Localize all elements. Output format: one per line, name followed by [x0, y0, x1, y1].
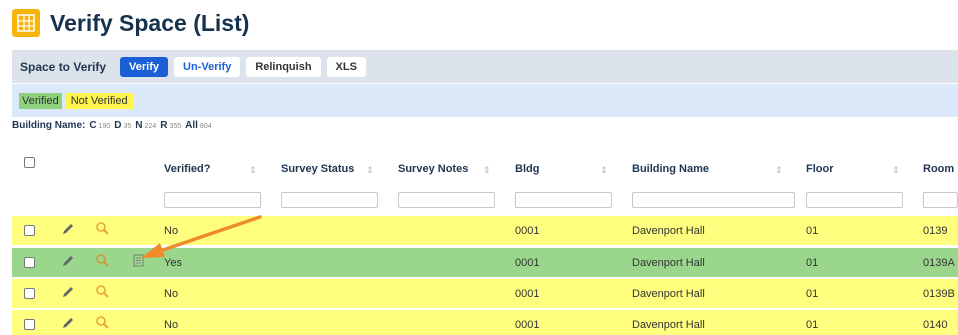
table-header: Verified? ⇕ Survey Status ⇕ Survey Notes…: [12, 145, 958, 208]
cell-bldg: 0001: [515, 225, 540, 237]
column-header-building-name[interactable]: Building Name: [632, 163, 709, 175]
cell-bldg: 0001: [515, 319, 540, 331]
magnifier-icon[interactable]: [95, 284, 110, 299]
filter-input-survey-notes[interactable]: [398, 192, 495, 208]
filter-input-floor[interactable]: [806, 192, 903, 208]
cell-room: 0139B: [923, 288, 955, 300]
cell-floor: 01: [806, 257, 819, 269]
building-filter-d[interactable]: D 35: [114, 120, 131, 131]
legend-not-verified: Not Verified: [65, 92, 133, 109]
cell-bldg: 0001: [515, 288, 540, 300]
verify-button[interactable]: Verify: [120, 56, 169, 77]
cell-bldg: 0001: [515, 257, 540, 269]
status-legend: Verified Not Verified: [12, 84, 958, 117]
document-icon[interactable]: [133, 254, 144, 267]
sort-icon[interactable]: ⇕: [892, 165, 900, 176]
table-row[interactable]: No 0001 Davenport Hall 01 0140: [12, 310, 958, 335]
building-filter-c[interactable]: C 190: [89, 120, 110, 131]
cell-building-name: Davenport Hall: [632, 319, 705, 331]
cell-verified: No: [164, 288, 179, 300]
cell-floor: 01: [806, 225, 819, 237]
unverify-button[interactable]: Un-Verify: [174, 56, 241, 77]
relinquish-button[interactable]: Relinquish: [246, 56, 321, 77]
filter-input-room[interactable]: [923, 192, 958, 208]
sort-icon[interactable]: ⇕: [366, 165, 374, 176]
cell-verified: Yes: [164, 257, 182, 269]
cell-floor: 01: [806, 288, 819, 300]
cell-room: 0139: [923, 225, 948, 237]
cell-verified: No: [164, 225, 179, 237]
building-filter-r[interactable]: R 355: [160, 120, 181, 131]
filter-input-building-name[interactable]: [632, 192, 795, 208]
column-header-survey-status[interactable]: Survey Status: [281, 163, 354, 175]
toolbar-label: Space to Verify: [20, 59, 107, 74]
sort-icon[interactable]: ⇕: [249, 165, 257, 176]
column-header-floor[interactable]: Floor: [806, 163, 834, 175]
sort-icon[interactable]: ⇕: [600, 165, 608, 176]
legend-verified: Verified: [19, 92, 62, 109]
cell-building-name: Davenport Hall: [632, 288, 705, 300]
filter-input-bldg[interactable]: [515, 192, 612, 208]
pencil-icon[interactable]: [61, 254, 75, 268]
cell-verified: No: [164, 319, 179, 331]
building-filter-label: Building Name:: [12, 120, 86, 131]
magnifier-icon[interactable]: [95, 315, 110, 330]
toolbar: Space to Verify Verify Un-Verify Relinqu…: [12, 50, 958, 83]
row-checkbox[interactable]: [24, 288, 35, 299]
sort-icon[interactable]: ⇕: [775, 165, 783, 176]
pencil-icon[interactable]: [61, 316, 75, 330]
page-title: Verify Space (List): [50, 9, 250, 36]
column-header-room[interactable]: Room: [923, 163, 954, 175]
page-header: Verify Space (List): [12, 8, 249, 38]
cell-room: 0139A: [923, 257, 955, 269]
row-checkbox[interactable]: [24, 257, 35, 268]
table-row[interactable]: Yes 0001 Davenport Hall 01 0139A: [12, 248, 958, 277]
cell-floor: 01: [806, 319, 819, 331]
pencil-icon[interactable]: [61, 285, 75, 299]
row-checkbox[interactable]: [24, 225, 35, 236]
magnifier-icon[interactable]: [95, 221, 110, 236]
column-header-verified[interactable]: Verified?: [164, 163, 210, 175]
xls-export-button[interactable]: XLS: [326, 56, 366, 77]
floorplan-grid-icon: [12, 9, 40, 37]
filter-input-verified[interactable]: [164, 192, 261, 208]
pencil-icon[interactable]: [61, 222, 75, 236]
table-row[interactable]: No 0001 Davenport Hall 01 0139: [12, 216, 958, 245]
sort-icon[interactable]: ⇕: [483, 165, 491, 176]
cell-building-name: Davenport Hall: [632, 257, 705, 269]
row-checkbox[interactable]: [24, 319, 35, 330]
column-header-survey-notes[interactable]: Survey Notes: [398, 163, 468, 175]
column-header-bldg[interactable]: Bldg: [515, 163, 539, 175]
select-all-checkbox[interactable]: [24, 157, 35, 168]
building-filter-all[interactable]: All 804: [185, 120, 211, 131]
cell-building-name: Davenport Hall: [632, 225, 705, 237]
filter-input-survey-status[interactable]: [281, 192, 378, 208]
building-filter-n[interactable]: N 224: [135, 120, 156, 131]
magnifier-icon[interactable]: [95, 253, 110, 268]
building-filter: Building Name: C 190 D 35 N 224 R 355 All 804: [12, 120, 216, 134]
cell-room: 0140: [923, 319, 948, 331]
table-row[interactable]: No 0001 Davenport Hall 01 0139B: [12, 279, 958, 308]
